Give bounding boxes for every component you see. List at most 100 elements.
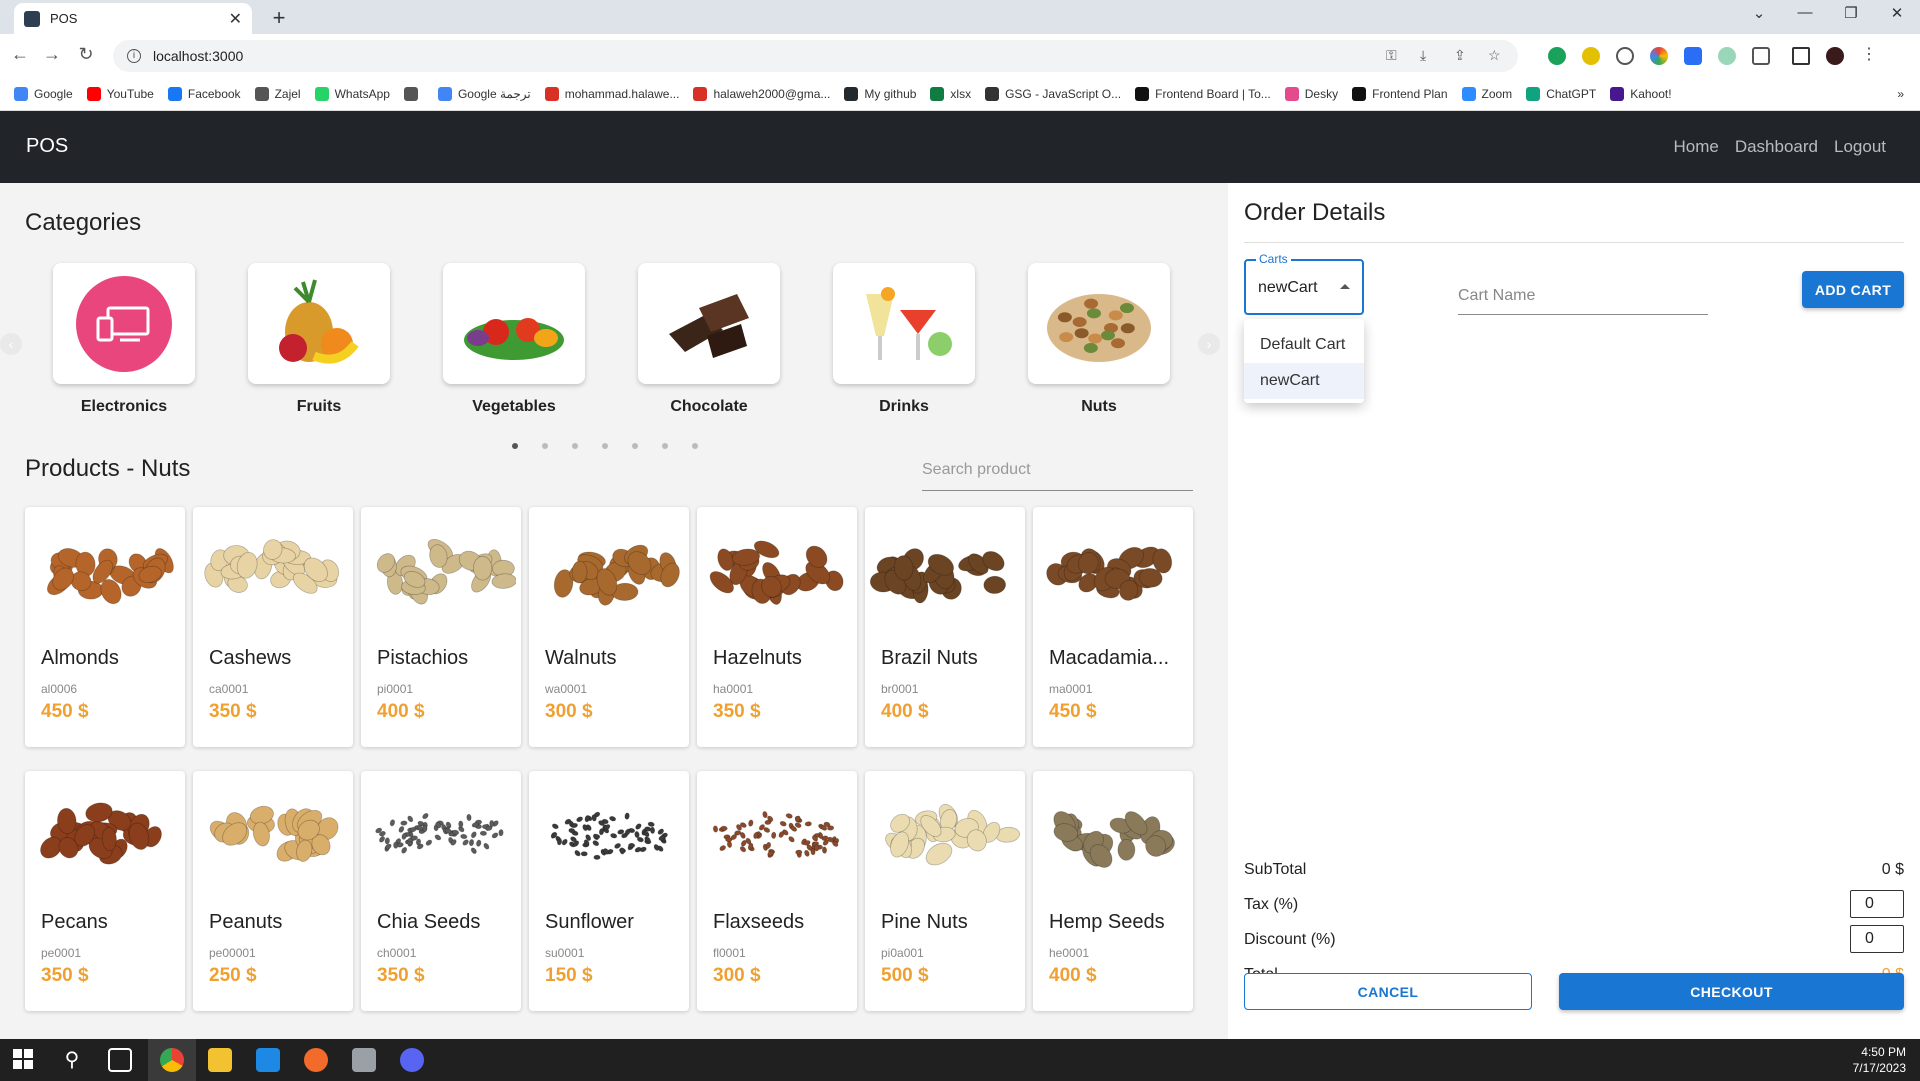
- extension-blue-icon[interactable]: [1684, 47, 1702, 65]
- category-image[interactable]: [443, 263, 585, 384]
- new-tab-button[interactable]: +: [266, 5, 292, 31]
- product-card[interactable]: Sunflower su0001 150 $: [529, 771, 689, 1011]
- database-icon[interactable]: [352, 1048, 376, 1072]
- restore-button[interactable]: ❐: [1836, 4, 1866, 22]
- product-card[interactable]: Cashews ca0001 350 $: [193, 507, 353, 747]
- carousel-dot[interactable]: [572, 443, 578, 449]
- extension-search-icon[interactable]: [1616, 47, 1634, 65]
- system-clock[interactable]: 4:50 PM 7/17/2023: [1853, 1044, 1906, 1076]
- more-bookmarks-icon[interactable]: »: [1897, 87, 1904, 101]
- bookmark-item[interactable]: halaweh2000@gma...: [693, 87, 830, 101]
- tax-input[interactable]: [1850, 890, 1904, 918]
- carousel-dot[interactable]: [632, 443, 638, 449]
- cart-name-input[interactable]: [1458, 281, 1708, 305]
- extension-color-icon[interactable]: [1650, 47, 1668, 65]
- carts-select[interactable]: Carts newCart: [1244, 252, 1364, 315]
- product-card[interactable]: Walnuts wa0001 300 $: [529, 507, 689, 747]
- address-bar[interactable]: i localhost:3000 ⚿ ⤓ ⇪ ☆: [113, 40, 1518, 72]
- reload-icon[interactable]: ↻: [74, 44, 98, 65]
- browser-menu-icon[interactable]: ⋮: [1860, 47, 1878, 65]
- product-card[interactable]: Pistachios pi0001 400 $: [361, 507, 521, 747]
- share-icon[interactable]: ⇪: [1454, 47, 1470, 63]
- minimize-button[interactable]: —: [1790, 4, 1820, 21]
- product-card[interactable]: Hazelnuts ha0001 350 $: [697, 507, 857, 747]
- tab-search-icon[interactable]: ⌄: [1744, 4, 1774, 22]
- product-card[interactable]: Macadamia... ma0001 450 $: [1033, 507, 1193, 747]
- windows-start-icon[interactable]: [12, 1048, 36, 1072]
- site-info-icon[interactable]: i: [127, 49, 141, 63]
- install-icon[interactable]: ⤓: [1420, 47, 1436, 63]
- cart-option-default[interactable]: Default Cart: [1244, 327, 1364, 363]
- side-panel-icon[interactable]: [1792, 47, 1810, 65]
- extension-coin-icon[interactable]: [1582, 47, 1600, 65]
- bookmark-item[interactable]: Facebook: [167, 87, 241, 101]
- chrome-icon[interactable]: [160, 1048, 184, 1072]
- bookmark-item[interactable]: WhatsApp: [314, 87, 390, 101]
- category-image[interactable]: [248, 263, 390, 384]
- extension-green-icon[interactable]: [1718, 47, 1736, 65]
- carousel-dot[interactable]: [662, 443, 668, 449]
- category-image[interactable]: [53, 263, 195, 384]
- carousel-dot[interactable]: [542, 443, 548, 449]
- product-card[interactable]: Chia Seeds ch0001 350 $: [361, 771, 521, 1011]
- carousel-next-icon[interactable]: ›: [1198, 333, 1220, 355]
- bookmark-item[interactable]: Desky: [1284, 87, 1338, 101]
- product-card[interactable]: Brazil Nuts br0001 400 $: [865, 507, 1025, 747]
- category-image[interactable]: [833, 263, 975, 384]
- browser-tab[interactable]: POS ✕: [14, 3, 252, 34]
- category-item[interactable]: Chocolate: [638, 263, 780, 416]
- add-cart-button[interactable]: ADD CART: [1802, 271, 1904, 308]
- close-window-button[interactable]: ✕: [1882, 4, 1912, 22]
- nav-logout-link[interactable]: Logout: [1834, 137, 1886, 157]
- bookmark-item[interactable]: YouTube: [86, 87, 154, 101]
- search-icon[interactable]: ⚲: [60, 1048, 84, 1072]
- bookmark-item[interactable]: Frontend Board | To...: [1135, 87, 1271, 101]
- bookmark-item[interactable]: Kahoot!: [1610, 87, 1672, 101]
- star-icon[interactable]: ☆: [1488, 47, 1504, 63]
- postman-icon[interactable]: [304, 1048, 328, 1072]
- carousel-dot[interactable]: [512, 443, 518, 449]
- carousel-dot[interactable]: [692, 443, 698, 449]
- bookmark-item[interactable]: Google ترجمة: [437, 87, 531, 101]
- bookmark-item[interactable]: xlsx: [930, 87, 971, 101]
- cancel-button[interactable]: CANCEL: [1244, 973, 1532, 1010]
- bookmark-item[interactable]: [403, 87, 424, 101]
- category-item[interactable]: Electronics: [53, 263, 195, 416]
- profile-avatar[interactable]: [1826, 47, 1844, 65]
- vscode-icon[interactable]: [256, 1048, 280, 1072]
- category-item[interactable]: Fruits: [248, 263, 390, 416]
- bookmark-item[interactable]: Frontend Plan: [1352, 87, 1448, 101]
- category-item[interactable]: Nuts: [1028, 263, 1170, 416]
- product-card[interactable]: Hemp Seeds he0001 400 $: [1033, 771, 1193, 1011]
- close-tab-icon[interactable]: ✕: [229, 9, 242, 29]
- category-item[interactable]: Vegetables: [443, 263, 585, 416]
- product-card[interactable]: Pine Nuts pi0a001 500 $: [865, 771, 1025, 1011]
- bookmark-item[interactable]: My github: [844, 87, 916, 101]
- nav-home-link[interactable]: Home: [1673, 137, 1718, 157]
- back-icon[interactable]: ←: [8, 44, 32, 65]
- product-card[interactable]: Flaxseeds fl0001 300 $: [697, 771, 857, 1011]
- bookmark-item[interactable]: mohammad.halawe...: [544, 87, 679, 101]
- bookmark-item[interactable]: Zoom: [1461, 87, 1512, 101]
- category-image[interactable]: [638, 263, 780, 384]
- extensions-puzzle-icon[interactable]: [1752, 47, 1770, 65]
- carousel-dot[interactable]: [602, 443, 608, 449]
- forward-icon[interactable]: →: [40, 44, 64, 65]
- file-explorer-icon[interactable]: [208, 1048, 232, 1072]
- task-view-icon[interactable]: [108, 1048, 132, 1072]
- discount-input[interactable]: [1850, 925, 1904, 953]
- nav-dashboard-link[interactable]: Dashboard: [1735, 137, 1818, 157]
- carousel-prev-icon[interactable]: ‹: [0, 333, 22, 355]
- cart-option-newcart[interactable]: newCart: [1244, 363, 1364, 399]
- key-icon[interactable]: ⚿: [1386, 47, 1402, 63]
- discord-icon[interactable]: [400, 1048, 424, 1072]
- product-card[interactable]: Almonds al0006 450 $: [25, 507, 185, 747]
- brand-logo[interactable]: POS: [26, 135, 68, 158]
- bookmark-item[interactable]: GSG - JavaScript O...: [985, 87, 1121, 101]
- product-card[interactable]: Pecans pe0001 350 $: [25, 771, 185, 1011]
- search-product-input[interactable]: [922, 455, 1193, 479]
- category-image[interactable]: [1028, 263, 1170, 384]
- bookmark-item[interactable]: ChatGPT: [1526, 87, 1596, 101]
- category-item[interactable]: Drinks: [833, 263, 975, 416]
- product-card[interactable]: Peanuts pe00001 250 $: [193, 771, 353, 1011]
